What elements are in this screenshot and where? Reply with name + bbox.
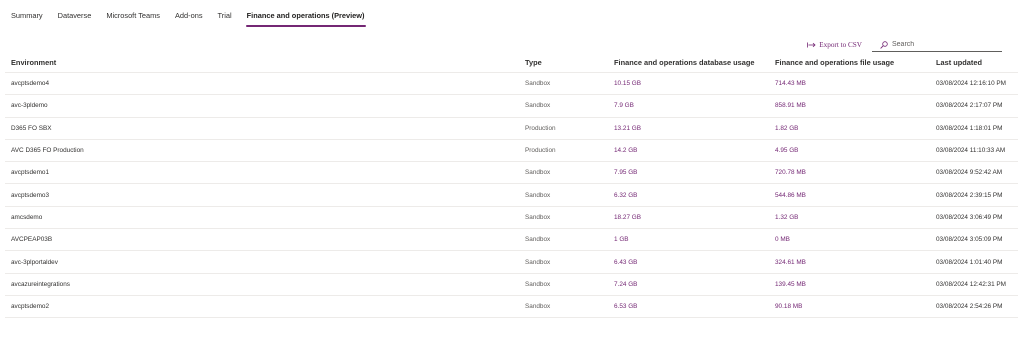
cell-type: Sandbox <box>519 94 608 118</box>
environments-table: Environment Type Finance and operations … <box>5 53 1018 319</box>
cell-environment[interactable]: avc-3plportaldev <box>5 250 519 274</box>
cell-db-usage: 13.21 GB <box>608 117 769 140</box>
cell-db-usage: 6.32 GB <box>608 183 769 207</box>
cell-environment[interactable]: avcptsdemo4 <box>5 72 519 96</box>
cell-last-updated: 03/08/2024 9:52:42 AM <box>930 161 1018 185</box>
cell-environment[interactable]: D365 FO SBX <box>5 117 519 140</box>
tab-microsoft-teams[interactable]: Microsoft Teams <box>106 8 160 20</box>
cell-file-usage: 4.95 GB <box>769 139 930 163</box>
cell-last-updated: 03/08/2024 1:01:40 PM <box>930 250 1018 274</box>
cell-type: Sandbox <box>519 183 608 207</box>
cell-environment[interactable]: avcptsdemo1 <box>5 161 519 185</box>
cell-db-usage: 7.9 GB <box>608 94 769 118</box>
cell-environment[interactable]: amcsdemo <box>5 206 519 230</box>
cell-file-usage: 0 MB <box>769 228 930 252</box>
table-row[interactable]: avcptsdemo4 Sandbox 10.15 GB 714.43 MB 03/08… <box>5 72 1018 96</box>
cell-type: Sandbox <box>519 295 608 319</box>
search-input[interactable] <box>892 41 992 48</box>
cell-last-updated: 03/08/2024 12:42:31 PM <box>930 273 1018 296</box>
cell-file-usage: 544.86 MB <box>769 183 930 207</box>
cell-last-updated: 03/08/2024 3:05:09 PM <box>930 228 1018 252</box>
table-row[interactable]: D365 FO SBX Production 13.21 GB 1.82 GB 03/0… <box>5 117 1018 140</box>
table-row[interactable]: avcazureintegrations Sandbox 7.24 GB 139.45… <box>5 273 1018 296</box>
cell-db-usage: 14.2 GB <box>608 139 769 163</box>
column-header-db-usage[interactable]: Finance and operations database usage <box>608 53 769 73</box>
tab-finance-and-operations-preview[interactable]: Finance and operations (Preview) <box>245 8 366 27</box>
tab-trial[interactable]: Trial <box>218 8 232 20</box>
cell-file-usage: 720.78 MB <box>769 161 930 185</box>
cell-type: Sandbox <box>519 161 608 185</box>
cell-environment[interactable]: avcptsdemo3 <box>5 183 519 207</box>
tab-add-ons[interactable]: Add-ons <box>175 8 203 20</box>
export-arrow-icon <box>807 42 816 48</box>
table-row[interactable]: AVC D365 FO Production Production 14.2 GB 4… <box>5 139 1018 163</box>
cell-db-usage: 7.95 GB <box>608 161 769 185</box>
table-row[interactable]: avcptsdemo2 Sandbox 6.53 GB 90.18 MB 03/08/2… <box>5 295 1018 319</box>
cell-last-updated: 03/08/2024 12:16:10 PM <box>930 72 1018 96</box>
toolbar: Export to CSV <box>807 37 1002 53</box>
search-box[interactable] <box>872 38 1002 52</box>
cell-file-usage: 1.32 GB <box>769 206 930 230</box>
table-row[interactable]: avc-3pldemo Sandbox 7.9 GB 858.91 MB 03/08/2… <box>5 94 1018 118</box>
cell-db-usage: 18.27 GB <box>608 206 769 230</box>
cell-file-usage: 90.18 MB <box>769 295 930 319</box>
cell-type: Production <box>519 117 608 140</box>
export-to-csv-button[interactable]: Export to CSV <box>807 41 862 49</box>
cell-last-updated: 03/08/2024 1:18:01 PM <box>930 117 1018 140</box>
table-row[interactable]: avcptsdemo1 Sandbox 7.95 GB 720.78 MB 03/08/… <box>5 161 1018 185</box>
column-header-type[interactable]: Type <box>519 53 608 73</box>
cell-file-usage: 324.61 MB <box>769 250 930 274</box>
cell-db-usage: 6.53 GB <box>608 295 769 319</box>
cell-file-usage: 1.82 GB <box>769 117 930 140</box>
cell-last-updated: 03/08/2024 11:10:33 AM <box>930 139 1018 163</box>
cell-last-updated: 03/08/2024 2:54:26 PM <box>930 295 1018 319</box>
cell-last-updated: 03/08/2024 2:39:15 PM <box>930 183 1018 207</box>
column-header-file-usage[interactable]: Finance and operations file usage <box>769 53 930 73</box>
table-row[interactable]: amcsdemo Sandbox 18.27 GB 1.32 GB 03/08/2024… <box>5 206 1018 230</box>
cell-last-updated: 03/08/2024 3:06:49 PM <box>930 206 1018 230</box>
cell-type: Sandbox <box>519 250 608 274</box>
cell-db-usage: 10.15 GB <box>608 72 769 96</box>
column-header-last-updated[interactable]: Last updated <box>930 53 1018 73</box>
cell-file-usage: 858.91 MB <box>769 94 930 118</box>
table-row[interactable]: avcptsdemo3 Sandbox 6.32 GB 544.86 MB 03/08/… <box>5 183 1018 207</box>
tab-dataverse[interactable]: Dataverse <box>58 8 92 20</box>
tab-summary[interactable]: Summary <box>11 8 43 20</box>
table-body: avcptsdemo4 Sandbox 10.15 GB 714.43 MB 03/08… <box>5 72 1018 319</box>
cell-environment[interactable]: avcazureintegrations <box>5 273 519 296</box>
cell-db-usage: 1 GB <box>608 228 769 252</box>
table-row[interactable]: avc-3plportaldev Sandbox 6.43 GB 324.61 MB 0… <box>5 250 1018 274</box>
cell-last-updated: 03/08/2024 2:17:07 PM <box>930 94 1018 118</box>
table-header-row: Environment Type Finance and operations … <box>5 53 1018 73</box>
column-header-environment[interactable]: Environment <box>5 53 519 73</box>
cell-type: Sandbox <box>519 72 608 96</box>
cell-db-usage: 7.24 GB <box>608 273 769 296</box>
cell-type: Sandbox <box>519 273 608 296</box>
cell-file-usage: 714.43 MB <box>769 72 930 96</box>
export-label: Export to CSV <box>819 41 862 49</box>
cell-file-usage: 139.45 MB <box>769 273 930 296</box>
cell-environment[interactable]: AVC D365 FO Production <box>5 139 519 163</box>
cell-environment[interactable]: avcptsdemo2 <box>5 295 519 319</box>
cell-type: Sandbox <box>519 206 608 230</box>
cell-type: Sandbox <box>519 228 608 252</box>
cell-type: Production <box>519 139 608 163</box>
cell-environment[interactable]: AVCPEAP03B <box>5 228 519 252</box>
cell-db-usage: 6.43 GB <box>608 250 769 274</box>
table-row[interactable]: AVCPEAP03B Sandbox 1 GB 0 MB 03/08/2024 3:05… <box>5 228 1018 252</box>
tab-bar: Summary Dataverse Microsoft Teams Add-ons Tr… <box>11 8 380 28</box>
cell-environment[interactable]: avc-3pldemo <box>5 94 519 118</box>
search-icon <box>880 40 888 49</box>
